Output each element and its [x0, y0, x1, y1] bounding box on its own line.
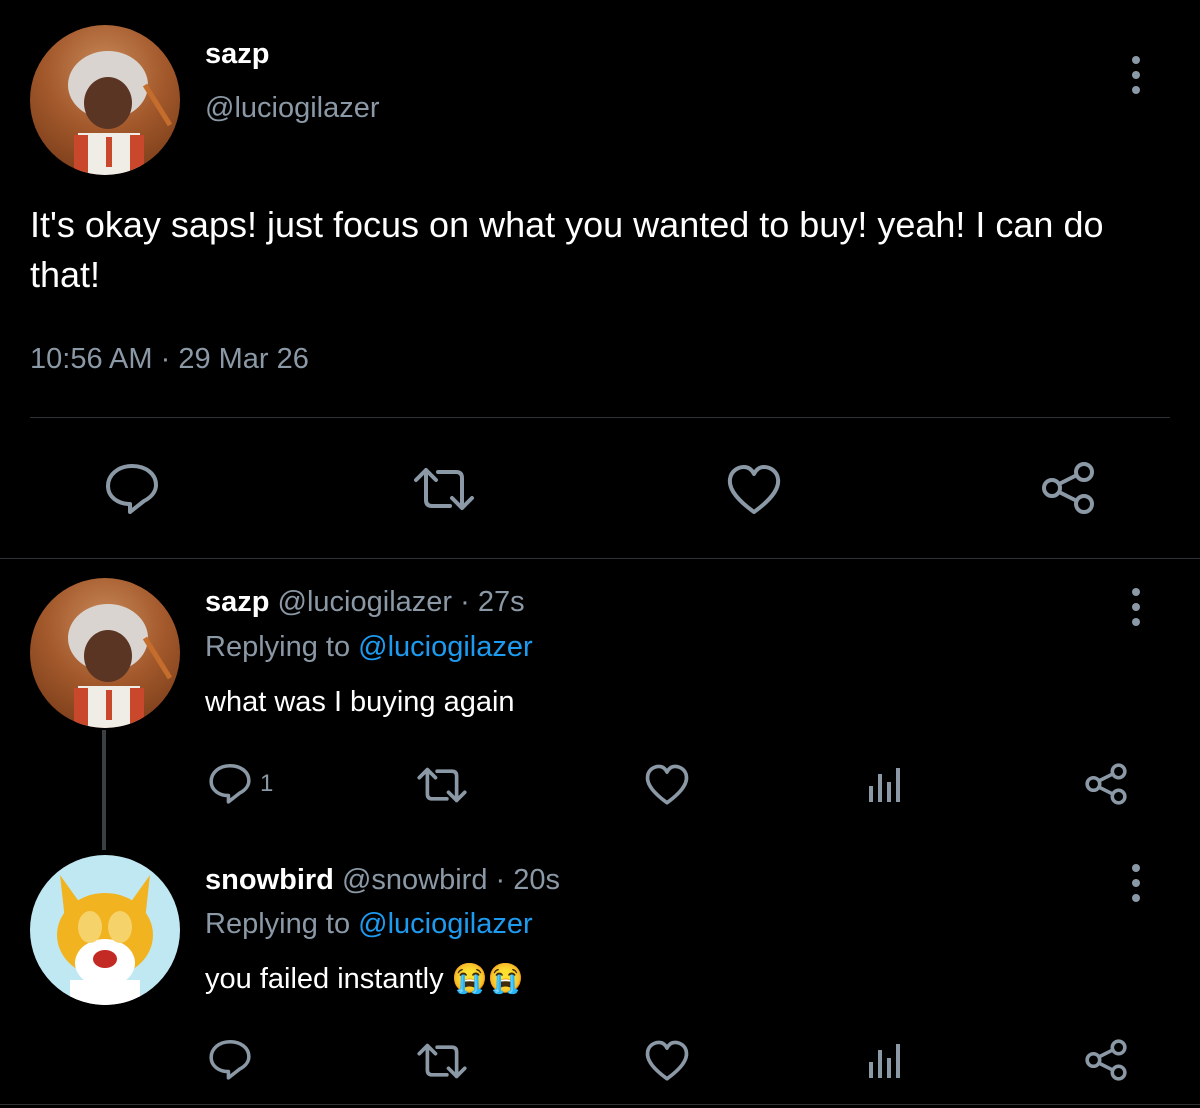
- more-icon[interactable]: [1132, 864, 1140, 902]
- share-icon[interactable]: [1040, 460, 1096, 516]
- tweet-time: 10:56 AM: [30, 343, 153, 375]
- reply-text-container: you failed instantly 😭😭: [205, 962, 524, 996]
- tweet-timestamp: 10:56 AM · 29 Mar 26: [30, 343, 309, 376]
- handle[interactable]: @snowbird: [342, 864, 488, 896]
- retweet-icon[interactable]: [416, 1042, 468, 1080]
- like-icon[interactable]: [644, 764, 690, 806]
- reply-header: snowbird @snowbird · 20s: [205, 864, 560, 897]
- share-icon[interactable]: [1084, 1038, 1128, 1082]
- retweet-icon[interactable]: [412, 466, 476, 512]
- divider: [0, 558, 1200, 559]
- more-icon[interactable]: [1132, 56, 1140, 94]
- crying-emoji: 😭😭: [451, 963, 524, 995]
- replying-to: Replying to @luciogilazer: [205, 908, 533, 941]
- divider: [0, 1104, 1200, 1105]
- more-icon[interactable]: [1132, 588, 1140, 626]
- replying-label: Replying to: [205, 631, 351, 663]
- replying-to-link[interactable]: @luciogilazer: [358, 631, 533, 663]
- analytics-icon[interactable]: [866, 764, 906, 804]
- avatar-reply-1[interactable]: [30, 578, 180, 728]
- reply-age: · 27s: [460, 586, 525, 618]
- reply-icon[interactable]: [208, 1038, 252, 1080]
- replying-to-link[interactable]: @luciogilazer: [358, 908, 533, 940]
- avatar-main[interactable]: [30, 25, 180, 175]
- thread-line: [102, 730, 106, 850]
- handle[interactable]: @luciogilazer: [278, 586, 453, 618]
- reply-text: what was I buying again: [205, 686, 515, 718]
- reply-age: · 20s: [495, 864, 560, 896]
- tweet-text: It's okay saps! just focus on what you w…: [30, 204, 1104, 295]
- share-icon[interactable]: [1084, 762, 1128, 806]
- retweet-icon[interactable]: [416, 766, 468, 804]
- divider: [30, 417, 1170, 418]
- replying-to: Replying to @luciogilazer: [205, 631, 533, 664]
- reply-icon[interactable]: [208, 762, 252, 804]
- reply-text: you failed instantly: [205, 963, 444, 995]
- handle[interactable]: @luciogilazer: [205, 92, 380, 125]
- reply-count: 1: [260, 770, 274, 797]
- reply-header: sazp @luciogilazer · 27s: [205, 586, 525, 619]
- like-icon[interactable]: [644, 1040, 690, 1082]
- avatar-reply-2[interactable]: [30, 855, 180, 1005]
- reply-icon[interactable]: [104, 462, 160, 514]
- display-name[interactable]: sazp: [205, 38, 269, 71]
- analytics-icon[interactable]: [866, 1040, 906, 1080]
- tweet-separator: ·: [160, 343, 171, 375]
- replying-label: Replying to: [205, 908, 351, 940]
- like-icon[interactable]: [726, 464, 782, 516]
- display-name[interactable]: sazp: [205, 586, 269, 618]
- display-name[interactable]: snowbird: [205, 864, 334, 896]
- tweet-date: 29 Mar 26: [178, 343, 309, 375]
